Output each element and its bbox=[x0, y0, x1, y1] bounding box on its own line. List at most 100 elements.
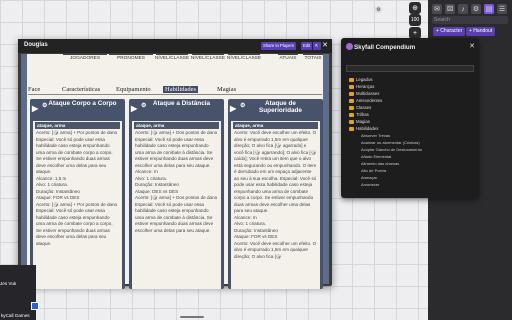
folder-icon bbox=[349, 99, 354, 103]
field-line bbox=[156, 54, 188, 55]
close-icon[interactable]: ✕ bbox=[469, 42, 475, 50]
list-item[interactable]: Amortecer bbox=[361, 182, 379, 187]
field-line bbox=[63, 54, 107, 55]
sheet-border-left bbox=[21, 54, 27, 284]
folder-habilidades[interactable]: Habilidades bbox=[349, 126, 378, 131]
music-icon[interactable]: ♪ bbox=[458, 4, 468, 14]
list-item[interactable]: Afiado Elemental bbox=[361, 154, 391, 159]
chat-icon[interactable]: ✉ bbox=[432, 4, 442, 14]
window-titlebar[interactable]: Douglas Share to Players Edit ⇱ ✕ bbox=[18, 39, 332, 53]
folder-classes[interactable]: Classes bbox=[349, 105, 371, 110]
journal-icon[interactable]: ▤ bbox=[484, 4, 494, 14]
compendium-logo-icon bbox=[346, 43, 353, 50]
column-title: Ataque de Superioridade bbox=[259, 100, 302, 114]
folder-icon bbox=[349, 106, 354, 110]
folder-label: Multiclasses bbox=[356, 91, 380, 96]
add-character-button[interactable]: + Character bbox=[433, 27, 466, 36]
list-item-label: Afiado Elemental bbox=[361, 154, 392, 159]
ability-text: Acerto: [🎲 arma] + Por pontos de dano Es… bbox=[36, 130, 118, 174]
column-body: ataque, arma Acerto: [🎲 arma] + Por pont… bbox=[33, 121, 122, 289]
folder-label: Habilidades bbox=[356, 126, 379, 131]
folder-label: Legados bbox=[356, 77, 373, 82]
compendium-panel: Skyfall Compendium ✕ Legados Heranças Mu… bbox=[341, 38, 479, 198]
show-to-players-button[interactable]: Share to Players bbox=[261, 42, 296, 50]
folder-label: Trilhas bbox=[356, 112, 369, 117]
player-color-badge[interactable] bbox=[31, 302, 39, 310]
roll-icon[interactable]: ▶ bbox=[32, 104, 38, 113]
folder-trilhas[interactable]: Trilhas bbox=[349, 112, 369, 117]
drag-handle[interactable] bbox=[180, 316, 204, 318]
column-header: ▶ ⚙ Ataque a Distância bbox=[129, 99, 224, 119]
header-label: NÍVEL/CLASSE bbox=[154, 56, 190, 61]
list-item[interactable]: Absorver Trevas bbox=[361, 133, 390, 138]
list-item-label: Ameaçar bbox=[361, 175, 378, 180]
list-item-label: Acoplar Gancho de Deslocamento bbox=[361, 147, 422, 152]
window-title: Douglas bbox=[24, 42, 48, 48]
sidebar-toolbar: ✉ ⚄ ♪ ⚙ ▤ ☰ bbox=[432, 2, 510, 16]
player-panel: Jes Vuk kyCall Games bbox=[0, 265, 36, 320]
compendium-search-input[interactable] bbox=[346, 65, 474, 72]
header-label: PRONOMES bbox=[117, 56, 145, 61]
tab-magias[interactable]: Magias bbox=[217, 86, 236, 93]
tab-divider bbox=[28, 94, 322, 95]
ability-tag: ataque, arma bbox=[35, 122, 120, 129]
folder-herancas[interactable]: Heranças bbox=[349, 84, 374, 89]
list-item[interactable]: Alimento das chamas bbox=[361, 161, 399, 166]
ability-text: Acerto: [🎲 arma] + Por pontos de dano Es… bbox=[36, 201, 118, 246]
zoom-icon[interactable]: ⊕ bbox=[409, 2, 421, 14]
folder-icon bbox=[349, 92, 354, 96]
dice-icon[interactable]: ⚄ bbox=[445, 4, 455, 14]
close-icon[interactable]: ✕ bbox=[322, 41, 328, 49]
add-handout-button[interactable]: + Handout bbox=[466, 27, 496, 36]
compendium-icon[interactable]: ☰ bbox=[497, 4, 507, 14]
tab-equipamento[interactable]: Equipamento bbox=[116, 86, 151, 93]
field-line bbox=[303, 54, 323, 55]
header-label: JOGADORES bbox=[69, 56, 101, 61]
column-header: ▶ ⚙ Ataque Corpo a Corpo bbox=[30, 99, 125, 119]
player-name: Jes Vuk bbox=[0, 281, 17, 286]
column-body: ataque, arma Acerto: Você deve escolher … bbox=[231, 121, 320, 289]
popout-icon[interactable]: ⇱ bbox=[313, 42, 321, 50]
tab-face[interactable]: Face bbox=[28, 86, 40, 93]
field-line bbox=[278, 54, 298, 55]
list-item-label: Amortecer bbox=[361, 182, 380, 187]
column-body: ataque, arma Acerto: [🎲 arma] + Dos pont… bbox=[132, 121, 221, 289]
roll-icon[interactable]: ▶ bbox=[230, 104, 236, 113]
settings-icon[interactable]: ⚙ bbox=[471, 4, 481, 14]
ability-column-superiority: ▶ ⚙ Ataque de Superioridade ataque, arma… bbox=[228, 99, 323, 289]
settings-icon[interactable]: ⚙ bbox=[375, 6, 382, 13]
list-item[interactable]: Ameaçar bbox=[361, 175, 377, 180]
folder-multiclasses[interactable]: Multiclasses bbox=[349, 91, 379, 96]
ability-text: Acerto: Você deve escolher um efeito. O … bbox=[234, 130, 317, 213]
ability-column-ranged: ▶ ⚙ Ataque a Distância ataque, arma Acer… bbox=[129, 99, 224, 289]
list-item[interactable]: Acalmar ou atormentar (Criatura) bbox=[361, 140, 420, 145]
field-line bbox=[109, 54, 153, 55]
list-item-label: Alto de Poeira bbox=[361, 168, 387, 173]
folder-magias[interactable]: Magias bbox=[349, 119, 370, 124]
edit-button[interactable]: Edit bbox=[301, 42, 313, 50]
field-line bbox=[192, 54, 224, 55]
sheet-border-right bbox=[323, 54, 329, 284]
header-label: TOTAIS bbox=[304, 56, 322, 61]
list-item[interactable]: Acoplar Gancho de Deslocamento bbox=[361, 147, 422, 152]
tab-caracteristicas[interactable]: Características bbox=[62, 86, 100, 93]
folder-antecedentes[interactable]: Antecedentes bbox=[349, 98, 382, 103]
journal-search-input[interactable]: Search bbox=[432, 16, 508, 24]
header-label: NÍVEL/CLASSE bbox=[190, 56, 226, 61]
column-title: Ataque Corpo a Corpo bbox=[48, 100, 117, 107]
field-line bbox=[228, 54, 260, 55]
ability-tag: ataque, arma bbox=[134, 122, 219, 129]
compendium-title[interactable]: Skyfall Compendium bbox=[354, 44, 415, 51]
tab-habilidades[interactable]: Habilidades bbox=[163, 86, 199, 93]
roll-icon[interactable]: ▶ bbox=[131, 104, 137, 113]
folder-label: Heranças bbox=[356, 84, 375, 89]
column-header: ▶ ⚙ Ataque de Superioridade bbox=[228, 99, 323, 119]
folder-legados[interactable]: Legados bbox=[349, 77, 373, 82]
header-label: NÍVEL/CLASSE bbox=[226, 56, 262, 61]
ability-text: Acerto: Você deve escolher um efeito. O … bbox=[234, 240, 317, 259]
folder-icon bbox=[349, 127, 354, 131]
folder-label: Classes bbox=[356, 105, 372, 110]
list-item[interactable]: Alto de Poeira bbox=[361, 168, 386, 173]
folder-icon bbox=[349, 78, 354, 82]
folder-label: Antecedentes bbox=[356, 98, 383, 103]
